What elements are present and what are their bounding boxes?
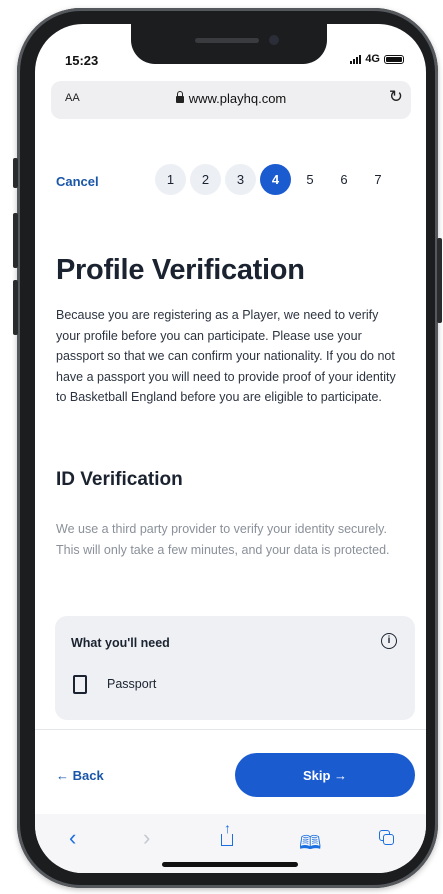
address-bar[interactable]: AA www.playhq.com ↻ <box>51 81 411 119</box>
id-verification-heading: ID Verification <box>56 469 183 490</box>
passport-icon <box>73 675 87 694</box>
intro-paragraph: Because you are registering as a Player,… <box>56 308 396 404</box>
share-icon-box[interactable] <box>221 834 233 846</box>
notch <box>131 24 327 64</box>
volume-up-button <box>13 213 18 268</box>
status-indicators: 4G <box>350 53 404 65</box>
status-time: 15:23 <box>65 53 99 68</box>
home-indicator <box>162 862 298 867</box>
mute-switch <box>13 158 18 188</box>
signal-icon <box>350 54 362 64</box>
page-title: Profile Verification <box>56 254 305 286</box>
reload-icon[interactable]: ↻ <box>389 87 403 107</box>
tabs-icon[interactable] <box>379 830 394 845</box>
skip-button[interactable]: Skip → <box>235 753 415 797</box>
requirements-title: What you'll need <box>71 636 170 650</box>
lock-icon <box>175 91 184 103</box>
bookmarks-icon[interactable]: 🕮 <box>299 829 321 861</box>
url-text: www.playhq.com <box>188 91 287 106</box>
cancel-link[interactable]: Cancel <box>56 174 99 189</box>
back-button[interactable]: ← Back <box>56 768 104 783</box>
battery-icon <box>384 54 404 64</box>
browser-back-icon[interactable]: ‹ <box>69 825 76 851</box>
requirement-passport: Passport <box>107 677 157 691</box>
network-type: 4G <box>365 53 380 65</box>
browser-forward-icon[interactable]: › <box>143 825 150 851</box>
phone-screen: 15:23 4G AA www.playhq.com ↻ Cancel 1 2 … <box>35 24 426 873</box>
step-5: 5 <box>306 172 314 187</box>
progress-stepper: 1 2 3 4 5 6 7 <box>155 164 393 195</box>
front-camera <box>269 35 279 45</box>
step-7: 7 <box>374 172 382 187</box>
power-button <box>437 238 442 323</box>
requirements-card: What you'll need i Passport <box>55 616 415 720</box>
info-icon[interactable]: i <box>381 633 397 649</box>
step-3: 3 <box>225 164 256 195</box>
footer-divider <box>35 729 426 730</box>
step-4-current: 4 <box>260 164 291 195</box>
speaker <box>195 38 259 43</box>
id-verification-description: We use a third party provider to verify … <box>56 522 390 557</box>
url-display[interactable]: www.playhq.com <box>51 91 411 106</box>
step-1: 1 <box>155 164 186 195</box>
step-6: 6 <box>340 172 348 187</box>
step-2: 2 <box>190 164 221 195</box>
volume-down-button <box>13 280 18 335</box>
